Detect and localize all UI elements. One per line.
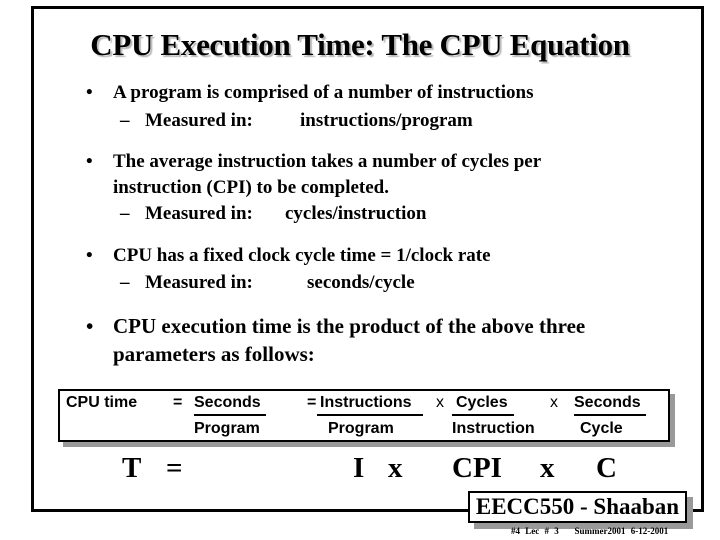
- bullet-1-sub-value: instructions/program: [300, 110, 473, 131]
- fraction-4-numerator: Seconds: [574, 394, 641, 411]
- bullet-icon: •: [86, 314, 94, 338]
- fraction-1-numerator: Seconds: [194, 394, 261, 411]
- dash-icon: –: [120, 272, 130, 293]
- fraction-4-denominator: Cycle: [580, 420, 623, 437]
- dash-icon: –: [120, 110, 130, 131]
- footer-term: Summer2001: [574, 526, 626, 536]
- bullet-1-sub-label: Measured in:: [145, 110, 253, 131]
- equation-equals-1: =: [173, 394, 183, 411]
- footer-meta: #4 Lec # 3 Summer2001 6-12-2001: [511, 526, 668, 536]
- symbol-I: I: [353, 452, 365, 484]
- times-2: x: [550, 394, 558, 411]
- times-1: x: [436, 394, 444, 411]
- footer-date: 6-12-2001: [630, 526, 669, 536]
- fraction-3-numerator: Cycles: [456, 394, 508, 411]
- fraction-3-denominator: Instruction: [452, 420, 535, 437]
- symbol-C: C: [596, 452, 617, 484]
- bullet-2-sub-value: cycles/instruction: [285, 203, 427, 224]
- bullet-icon: •: [86, 151, 93, 172]
- fraction-4-bar: [574, 414, 646, 416]
- fraction-2-numerator: Instructions: [320, 394, 412, 411]
- footer-lecture: Lec # 3: [525, 526, 559, 536]
- bullet-3-sub-label: Measured in:: [145, 272, 253, 293]
- slide-title: CPU Execution Time: The CPU Equation: [90, 27, 630, 62]
- bullet-2-sub-label: Measured in:: [145, 203, 253, 224]
- course-footer-label: EECC550 - Shaaban: [468, 491, 687, 523]
- symbol-times-1: x: [388, 452, 403, 484]
- bullet-2-text-line1: The average instruction takes a number o…: [113, 151, 542, 172]
- bullet-1-text: A program is comprised of a number of in…: [113, 82, 534, 103]
- cpu-equation-box: CPU time = Seconds Program = Instruction…: [58, 389, 670, 442]
- fraction-2-bar: [317, 414, 423, 416]
- fraction-1-denominator: Program: [194, 420, 260, 437]
- fraction-1-bar: [194, 414, 266, 416]
- bullet-icon: •: [86, 82, 93, 103]
- symbol-equals: =: [166, 452, 183, 484]
- bullet-3-sub-value: seconds/cycle: [307, 272, 415, 293]
- bullet-4-text-line1: CPU execution time is the product of the…: [113, 314, 586, 338]
- bullet-3-text: CPU has a fixed clock cycle time = 1/clo…: [113, 245, 491, 266]
- equation-equals-2: =: [307, 394, 317, 411]
- bullet-2-text-line2: instruction (CPI) to be completed.: [113, 177, 389, 198]
- fraction-2-denominator: Program: [328, 420, 394, 437]
- equation-lhs: CPU time: [66, 394, 138, 411]
- dash-icon: –: [120, 203, 130, 224]
- fraction-3-bar: [452, 414, 514, 416]
- symbol-CPI: CPI: [452, 452, 502, 484]
- symbol-times-2: x: [540, 452, 555, 484]
- bullet-4-text-line2: parameters as follows:: [113, 342, 315, 366]
- footer-slide-number: #4: [511, 526, 520, 536]
- symbol-T: T: [122, 452, 142, 484]
- bullet-icon: •: [86, 245, 93, 266]
